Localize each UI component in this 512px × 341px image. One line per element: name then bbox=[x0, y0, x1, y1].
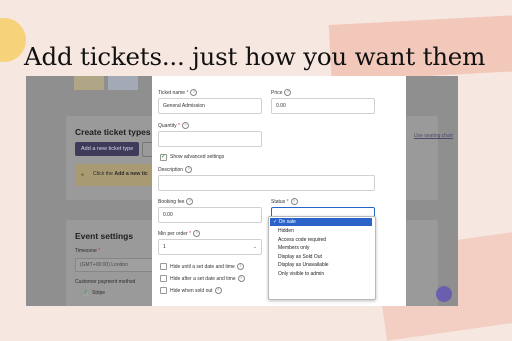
help-icon[interactable]: ? bbox=[237, 275, 245, 282]
banner-text: Click the Add a new tic bbox=[93, 171, 148, 177]
help-icon[interactable]: ? bbox=[190, 89, 198, 96]
headline: Add tickets... just how you want them bbox=[24, 42, 486, 71]
stripe-label: Stripe bbox=[92, 290, 106, 296]
app-screenshot: Create ticket types Add a new ticket typ… bbox=[26, 76, 458, 306]
price-input[interactable]: 0.00 bbox=[271, 98, 375, 114]
event-settings-heading: Event settings bbox=[75, 231, 134, 241]
description-label: Description? bbox=[158, 166, 193, 173]
lightbulb-icon: ● bbox=[81, 172, 85, 178]
booking-fee-input[interactable]: 0.00 bbox=[158, 207, 262, 223]
hide-sold-out-checkbox[interactable] bbox=[160, 287, 167, 294]
description-input[interactable] bbox=[158, 175, 375, 191]
customer-payment-method-label: Customer payment method bbox=[75, 279, 136, 285]
timezone-select[interactable]: (GMT+00:00) London bbox=[75, 258, 155, 272]
help-icon[interactable]: ? bbox=[181, 122, 189, 129]
hide-until-label: Hide until a set date and time? bbox=[170, 263, 244, 270]
booking-fee-label: Booking fee? bbox=[158, 198, 194, 205]
quantity-input[interactable] bbox=[158, 131, 262, 147]
timezone-label: Timezone * bbox=[75, 248, 101, 254]
thumbnail bbox=[74, 76, 104, 90]
help-icon[interactable]: ? bbox=[193, 230, 201, 237]
chat-bubble-icon[interactable] bbox=[436, 286, 452, 302]
status-option-display-unavailable[interactable]: Display as Unavailable bbox=[270, 261, 372, 269]
help-icon[interactable]: ? bbox=[236, 263, 244, 270]
decorative-yellow-blob bbox=[0, 18, 26, 62]
price-label: Price? bbox=[271, 89, 292, 96]
min-per-order-select[interactable]: 1 ⌄ bbox=[158, 239, 262, 255]
min-per-order-label: Min per order *? bbox=[158, 230, 201, 237]
ticket-name-label: Ticket name *? bbox=[158, 89, 198, 96]
advanced-settings-checkbox[interactable] bbox=[160, 153, 167, 161]
hide-after-checkbox[interactable] bbox=[160, 275, 167, 282]
status-option-members-only[interactable]: Members only bbox=[270, 244, 372, 252]
hide-until-checkbox[interactable] bbox=[160, 263, 167, 270]
use-seating-chart-link[interactable]: Use seating chart bbox=[414, 133, 453, 139]
quantity-label: Quantity *? bbox=[158, 122, 189, 129]
status-option-access-code-required[interactable]: Access code required bbox=[270, 236, 372, 244]
hide-sold-out-label: Hide when sold out? bbox=[170, 287, 222, 294]
status-option-on-sale[interactable]: ✓ On sale bbox=[270, 218, 372, 226]
min-per-order-value: 1 bbox=[163, 244, 166, 250]
status-option-hidden[interactable]: Hidden bbox=[270, 227, 372, 235]
chevron-down-icon: ⌄ bbox=[252, 244, 257, 250]
help-icon[interactable]: ? bbox=[185, 166, 193, 173]
create-ticket-types-heading: Create ticket types bbox=[75, 127, 151, 137]
thumbnail bbox=[108, 76, 138, 90]
help-icon[interactable]: ? bbox=[214, 287, 222, 294]
hide-after-label: Hide after a set date and time? bbox=[170, 275, 245, 282]
advanced-settings-label: Show advanced settings bbox=[170, 154, 225, 160]
status-dropdown-list: ✓ On sale Hidden Access code required Me… bbox=[268, 216, 376, 300]
ticket-name-input[interactable]: General Admission bbox=[158, 98, 262, 114]
help-icon[interactable]: ? bbox=[186, 198, 194, 205]
stripe-checkbox[interactable] bbox=[82, 289, 89, 297]
help-icon[interactable]: ? bbox=[284, 89, 292, 96]
status-label: Status *? bbox=[271, 198, 298, 205]
status-option-admin-only[interactable]: Only visible to admin bbox=[270, 270, 372, 278]
add-new-ticket-type-button[interactable]: Add a new ticket type bbox=[75, 142, 140, 156]
help-icon[interactable]: ? bbox=[290, 198, 298, 205]
status-option-display-sold-out[interactable]: Display as Sold Out bbox=[270, 253, 372, 261]
